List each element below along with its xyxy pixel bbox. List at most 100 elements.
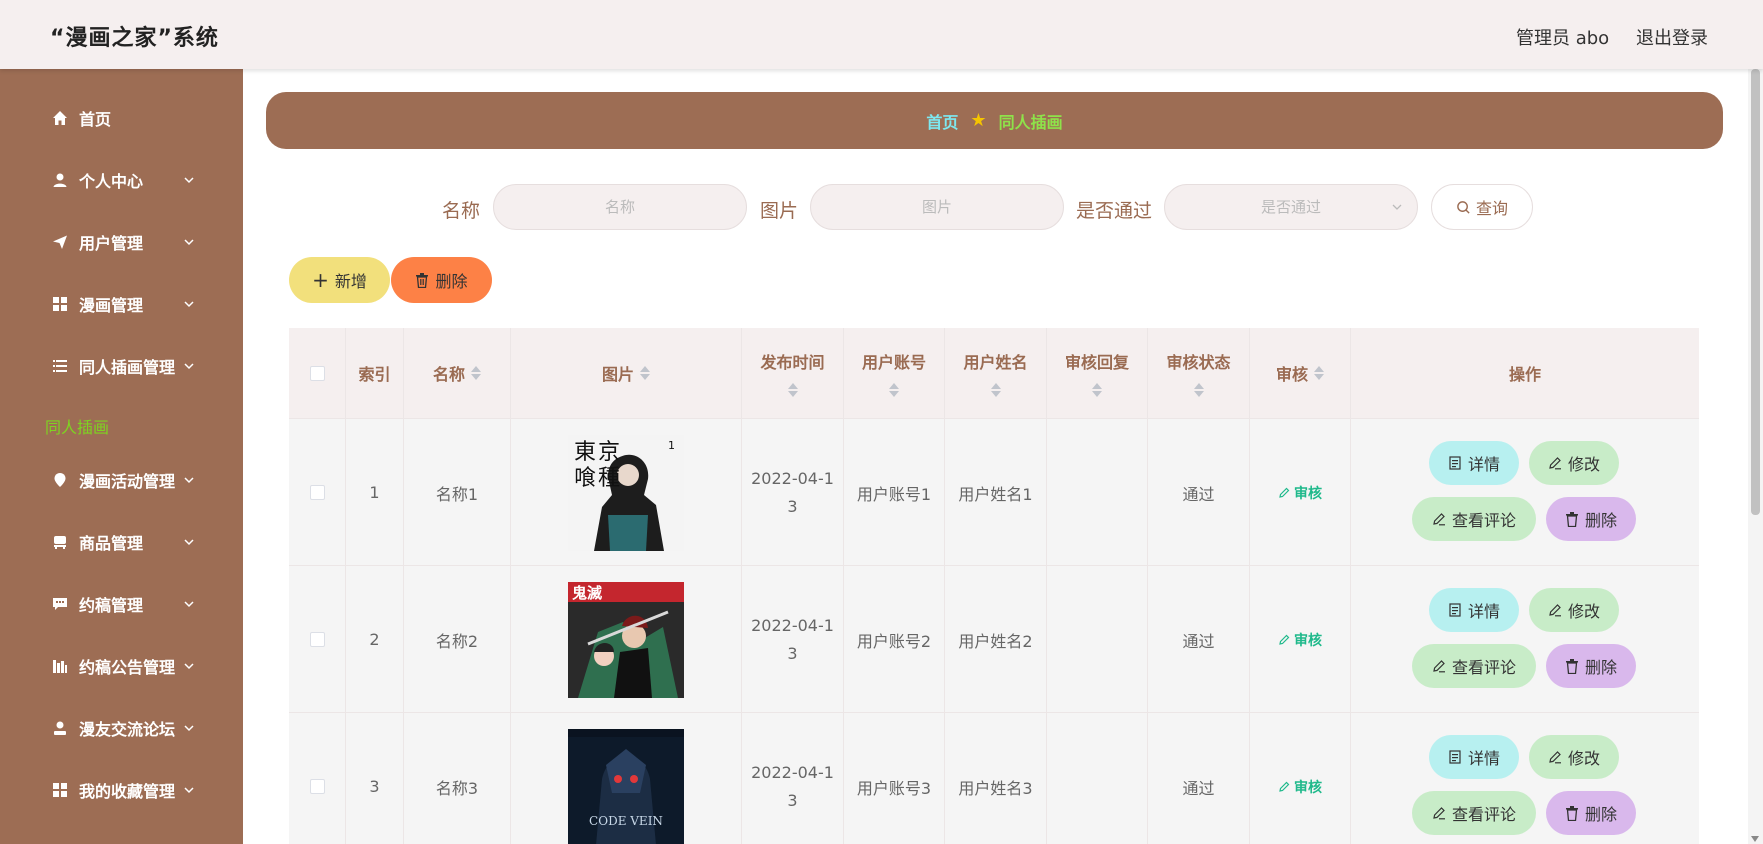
- breadcrumb-current: 同人插画: [998, 112, 1063, 132]
- location-icon: [51, 472, 68, 489]
- sort-icon[interactable]: [990, 383, 1001, 397]
- table-row: 1 名称1 東 京 喰 種 1 2022-04-13 用户账号1 用户姓名1 通…: [289, 418, 1699, 566]
- cell-publish-time: 2022-04-13: [742, 713, 844, 844]
- plus-icon: +: [312, 268, 329, 292]
- edit-icon: [1279, 634, 1290, 645]
- delete-label: 删除: [1584, 658, 1617, 677]
- sort-icon[interactable]: [787, 383, 798, 397]
- sort-icon[interactable]: [471, 366, 481, 380]
- cell-audit-reply: [1047, 419, 1148, 566]
- select-all-checkbox[interactable]: [309, 365, 325, 381]
- page-scrollbar[interactable]: [1748, 69, 1763, 844]
- column-publish-time[interactable]: 发布时间: [742, 328, 844, 418]
- view-comments-button[interactable]: 查看评论: [1412, 644, 1536, 688]
- grid-icon: [51, 782, 68, 799]
- sort-icon[interactable]: [640, 366, 650, 380]
- illustration-thumbnail[interactable]: 東 京 喰 種 1: [568, 434, 684, 551]
- column-audit-reply[interactable]: 审核回复: [1047, 328, 1148, 418]
- scroll-down-icon[interactable]: [1751, 836, 1759, 842]
- name-label: 名称: [442, 200, 481, 222]
- column-user-account[interactable]: 用户账号: [844, 328, 945, 418]
- column-actions-label: 操作: [1508, 365, 1541, 384]
- column-name[interactable]: 名称: [404, 328, 511, 418]
- chevron-down-icon: [184, 177, 194, 184]
- cell-publish-time: 2022-04-13: [742, 419, 844, 566]
- audit-link[interactable]: 审核: [1278, 630, 1322, 650]
- sidebar-item-label: 漫画管理: [79, 296, 144, 315]
- breadcrumb: 首页 ★ 同人插画: [266, 92, 1723, 149]
- query-button[interactable]: 查询: [1431, 184, 1533, 230]
- column-audit-reply-label: 审核回复: [1064, 353, 1129, 372]
- sidebar-item-illustrations[interactable]: 同人插画管理: [0, 346, 243, 386]
- edit-button[interactable]: 修改: [1529, 735, 1619, 779]
- sidebar-item-label: 首页: [79, 110, 112, 129]
- column-audit-status[interactable]: 审核状态: [1148, 328, 1250, 418]
- pass-select-placeholder: 是否通过: [1260, 198, 1321, 216]
- edit-label: 修改: [1567, 749, 1600, 768]
- delete-button[interactable]: 删除: [1546, 791, 1636, 835]
- breadcrumb-home[interactable]: 首页: [926, 109, 958, 133]
- chair-icon: [51, 534, 68, 551]
- chart-icon: [51, 658, 68, 675]
- edit-icon: [1549, 457, 1561, 470]
- delete-button[interactable]: 删除: [1546, 497, 1636, 541]
- logout-link[interactable]: 退出登录: [1636, 24, 1708, 50]
- audit-link[interactable]: 审核: [1278, 483, 1322, 503]
- sidebar-item-users[interactable]: 用户管理: [0, 222, 243, 262]
- cell-name: 名称1: [404, 419, 511, 566]
- row-checkbox[interactable]: [309, 632, 325, 647]
- image-search-input[interactable]: 图片: [810, 184, 1064, 230]
- chevron-down-icon: [184, 663, 194, 670]
- name-search-input[interactable]: 名称: [493, 184, 747, 230]
- row-checkbox[interactable]: [309, 485, 325, 500]
- svg-text:鬼滅: 鬼滅: [572, 584, 602, 602]
- sidebar-item-home[interactable]: 首页: [0, 98, 243, 138]
- search-icon: [1457, 200, 1470, 214]
- send-icon: [51, 234, 68, 251]
- search-form: 名称 名称 图片 图片 是否通过 是否通过 查询: [243, 184, 1763, 232]
- edit-button[interactable]: 修改: [1529, 588, 1619, 632]
- view-comments-button[interactable]: 查看评论: [1412, 791, 1536, 835]
- cell-audit-reply: [1047, 566, 1148, 713]
- detail-label: 详情: [1467, 602, 1500, 621]
- column-user-name[interactable]: 用户姓名: [945, 328, 1047, 418]
- sidebar-subitem-illustrations[interactable]: 同人插画: [45, 414, 109, 438]
- batch-delete-button[interactable]: 删除: [391, 257, 492, 303]
- row-checkbox[interactable]: [309, 779, 325, 794]
- column-image-label: 图片: [601, 365, 634, 384]
- illustration-thumbnail[interactable]: CODE VEIN: [568, 728, 684, 844]
- pass-select[interactable]: 是否通过: [1164, 184, 1418, 230]
- detail-button[interactable]: 详情: [1429, 441, 1519, 485]
- column-image[interactable]: 图片: [511, 328, 742, 418]
- table-header: 索引 名称 图片 发布时间 用户账号 用户姓名 审核回复 审核状态 审核 操作: [289, 328, 1699, 418]
- sidebar-item-products[interactable]: 商品管理: [0, 522, 243, 562]
- sort-icon[interactable]: [1092, 383, 1102, 397]
- audit-link[interactable]: 审核: [1278, 777, 1322, 797]
- sort-icon[interactable]: [1314, 366, 1324, 380]
- audit-link-label: 审核: [1294, 779, 1322, 796]
- detail-button[interactable]: 详情: [1429, 735, 1519, 779]
- sidebar-item-favorites[interactable]: 我的收藏管理: [0, 770, 243, 810]
- column-audit[interactable]: 审核: [1250, 328, 1351, 418]
- column-audit-status-label: 审核状态: [1166, 353, 1231, 372]
- sidebar-item-label: 漫友交流论坛: [79, 720, 176, 739]
- illustration-thumbnail[interactable]: 鬼滅: [568, 581, 684, 698]
- sidebar-item-events[interactable]: 漫画活动管理: [0, 460, 243, 500]
- grid-icon: [51, 296, 68, 313]
- delete-button[interactable]: 删除: [1546, 644, 1636, 688]
- add-button[interactable]: + 新增: [289, 257, 390, 303]
- view-comments-button[interactable]: 查看评论: [1412, 497, 1536, 541]
- sort-icon[interactable]: [889, 383, 899, 397]
- edit-icon: [1433, 807, 1445, 820]
- sidebar-item-commissions[interactable]: 约稿管理: [0, 584, 243, 624]
- scrollbar-thumb[interactable]: [1751, 69, 1760, 515]
- sidebar-item-profile[interactable]: 个人中心: [0, 160, 243, 200]
- sidebar: 首页 个人中心 用户管理 漫画管理 同人插画管理 同人插画 漫画活动管理 商品管…: [0, 69, 243, 844]
- sidebar-item-label: 同人插画管理: [79, 358, 176, 377]
- edit-button[interactable]: 修改: [1529, 441, 1619, 485]
- detail-button[interactable]: 详情: [1429, 588, 1519, 632]
- sort-icon[interactable]: [1193, 383, 1204, 397]
- sidebar-item-announcements[interactable]: 约稿公告管理: [0, 646, 243, 686]
- sidebar-item-forum[interactable]: 漫友交流论坛: [0, 708, 243, 748]
- sidebar-item-comics[interactable]: 漫画管理: [0, 284, 243, 324]
